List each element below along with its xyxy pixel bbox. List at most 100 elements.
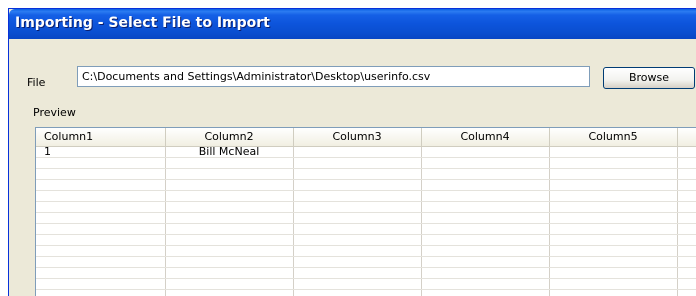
title-bar[interactable]: Importing - Select File to Import — [9, 9, 696, 39]
table-cell[interactable] — [549, 245, 678, 257]
table-cell[interactable] — [293, 190, 422, 202]
table-cell[interactable] — [293, 245, 422, 257]
table-cell[interactable] — [549, 289, 678, 296]
table-cell[interactable] — [36, 168, 166, 180]
table-cell[interactable] — [165, 289, 294, 296]
table-cell[interactable] — [293, 267, 422, 279]
empty-row[interactable] — [36, 267, 696, 279]
table-cell[interactable] — [421, 201, 550, 213]
table-cell[interactable] — [293, 168, 422, 180]
table-cell[interactable] — [36, 223, 166, 235]
table-cell[interactable] — [293, 146, 422, 158]
table-cell[interactable] — [421, 168, 550, 180]
table-cell[interactable] — [421, 234, 550, 246]
table-cell[interactable] — [293, 179, 422, 191]
table-cell[interactable] — [677, 146, 696, 158]
empty-row[interactable] — [36, 179, 696, 191]
preview-grid[interactable]: Column1 Column2 Column3 Column4 Column5 … — [35, 127, 696, 296]
table-cell[interactable] — [36, 245, 166, 257]
table-cell[interactable] — [677, 201, 696, 213]
table-cell[interactable] — [293, 223, 422, 235]
table-cell[interactable] — [36, 190, 166, 202]
column-header[interactable]: Column5 — [549, 128, 678, 147]
table-cell[interactable] — [421, 146, 550, 158]
table-cell[interactable]: Bill McNeal — [165, 146, 294, 158]
table-cell[interactable] — [165, 168, 294, 180]
empty-row[interactable] — [36, 245, 696, 257]
empty-row[interactable] — [36, 157, 696, 169]
table-cell[interactable] — [36, 179, 166, 191]
table-cell[interactable] — [549, 157, 678, 169]
table-cell[interactable] — [421, 157, 550, 169]
table-cell[interactable] — [549, 179, 678, 191]
empty-row[interactable] — [36, 289, 696, 296]
table-cell[interactable] — [549, 190, 678, 202]
table-cell[interactable] — [677, 223, 696, 235]
table-cell[interactable] — [165, 223, 294, 235]
table-cell[interactable] — [165, 212, 294, 224]
table-cell[interactable] — [677, 234, 696, 246]
empty-row[interactable] — [36, 212, 696, 224]
table-cell[interactable] — [549, 256, 678, 268]
empty-row[interactable] — [36, 168, 696, 180]
empty-row[interactable] — [36, 223, 696, 235]
table-cell[interactable] — [421, 289, 550, 296]
table-cell[interactable] — [165, 245, 294, 257]
table-cell[interactable] — [421, 256, 550, 268]
table-cell[interactable] — [677, 190, 696, 202]
table-cell[interactable] — [165, 179, 294, 191]
table-cell[interactable] — [677, 256, 696, 268]
table-cell[interactable] — [165, 278, 294, 290]
table-cell[interactable] — [165, 234, 294, 246]
table-cell[interactable] — [677, 289, 696, 296]
table-row[interactable]: 1 Bill McNeal — [36, 146, 696, 158]
table-cell[interactable] — [421, 267, 550, 279]
column-header[interactable]: Column3 — [293, 128, 422, 147]
table-cell[interactable] — [549, 223, 678, 235]
table-cell[interactable] — [165, 157, 294, 169]
table-cell[interactable] — [421, 179, 550, 191]
empty-row[interactable] — [36, 278, 696, 290]
table-cell[interactable] — [293, 157, 422, 169]
empty-row[interactable] — [36, 190, 696, 202]
table-cell[interactable] — [293, 278, 422, 290]
table-cell[interactable] — [421, 278, 550, 290]
table-cell[interactable] — [549, 278, 678, 290]
table-cell[interactable] — [677, 168, 696, 180]
table-cell[interactable] — [165, 256, 294, 268]
table-cell[interactable] — [293, 256, 422, 268]
table-cell[interactable] — [293, 201, 422, 213]
table-cell[interactable] — [165, 201, 294, 213]
empty-row[interactable] — [36, 201, 696, 213]
table-cell[interactable] — [36, 278, 166, 290]
table-cell[interactable] — [421, 190, 550, 202]
column-header[interactable]: Column4 — [421, 128, 550, 147]
column-header[interactable]: Column2 — [165, 128, 294, 147]
table-cell[interactable] — [293, 289, 422, 296]
table-cell[interactable] — [293, 212, 422, 224]
table-cell[interactable] — [421, 212, 550, 224]
table-cell[interactable] — [549, 267, 678, 279]
table-cell[interactable] — [677, 245, 696, 257]
table-cell[interactable] — [549, 168, 678, 180]
table-cell[interactable] — [421, 223, 550, 235]
table-cell[interactable] — [677, 278, 696, 290]
table-cell[interactable] — [549, 146, 678, 158]
empty-row[interactable] — [36, 256, 696, 268]
table-cell[interactable] — [677, 267, 696, 279]
table-cell[interactable] — [36, 212, 166, 224]
table-cell[interactable]: 1 — [36, 146, 166, 158]
table-cell[interactable] — [36, 267, 166, 279]
column-header[interactable]: Column1 — [36, 128, 166, 147]
table-cell[interactable] — [421, 245, 550, 257]
table-cell[interactable] — [549, 212, 678, 224]
table-cell[interactable] — [677, 157, 696, 169]
empty-row[interactable] — [36, 234, 696, 246]
table-cell[interactable] — [549, 234, 678, 246]
table-cell[interactable] — [36, 157, 166, 169]
table-cell[interactable] — [36, 234, 166, 246]
table-cell[interactable] — [677, 212, 696, 224]
table-cell[interactable] — [165, 190, 294, 202]
browse-button[interactable]: Browse — [603, 67, 695, 89]
table-cell[interactable] — [36, 256, 166, 268]
